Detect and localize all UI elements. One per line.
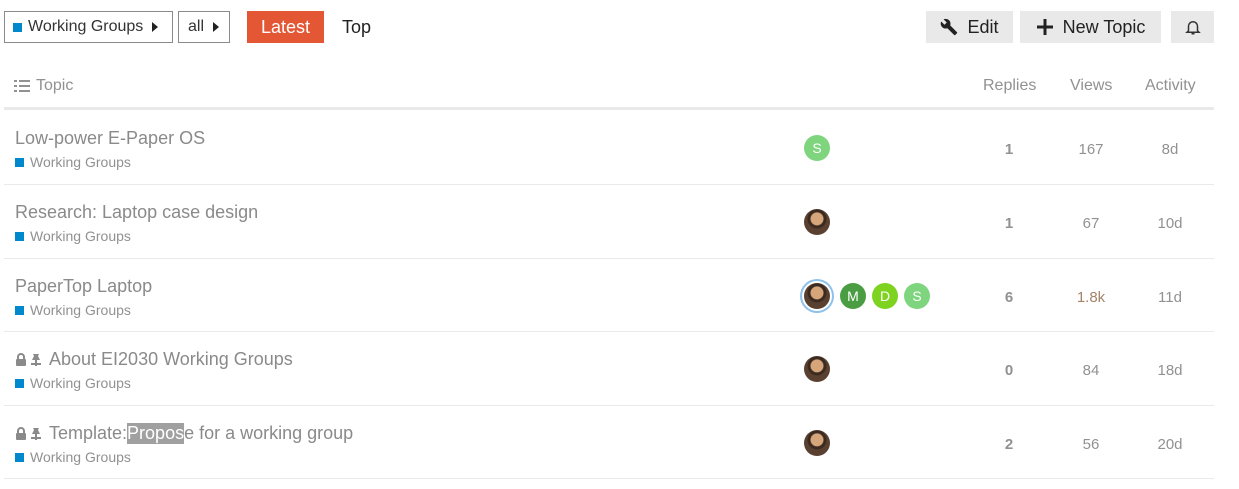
views-count: 167 (1078, 141, 1104, 158)
topic-row: Research: Laptop case design Working Gro… (4, 185, 1214, 259)
replies-count: 2 (1004, 436, 1014, 453)
new-topic-button[interactable]: New Topic (1020, 11, 1161, 43)
category-color-badge (15, 452, 24, 462)
topic-title-text: e for a working group (184, 423, 354, 443)
avatar[interactable] (804, 283, 830, 309)
topic-header-label: Topic (36, 77, 74, 94)
topic-category[interactable]: Working Groups (15, 228, 131, 244)
activity-age[interactable]: 20d (1140, 436, 1200, 453)
topic-posters: M D S (804, 283, 936, 309)
subcategory-dropdown[interactable]: all (178, 11, 230, 43)
pin-icon (31, 354, 41, 366)
replies-count: 0 (1004, 362, 1014, 379)
topic-posters (804, 209, 836, 235)
avatar[interactable]: D (872, 283, 898, 309)
topic-title-text: About EI2030 Working Groups (49, 349, 293, 369)
views-count: 1.8k (1076, 289, 1106, 306)
notifications-button[interactable] (1171, 11, 1214, 43)
avatar[interactable] (804, 430, 830, 456)
lock-icon (16, 427, 26, 440)
avatar[interactable]: M (840, 283, 866, 309)
selected-text-highlight: Propos (127, 423, 185, 444)
avatar[interactable]: S (904, 283, 930, 309)
topic-category-label: Working Groups (30, 375, 131, 391)
topic-row: Template: Propos e for a working group Wo… (4, 406, 1214, 479)
topic-status (15, 427, 45, 440)
subcategory-dropdown-label: all (188, 18, 205, 35)
views-column-header[interactable]: Views (1070, 77, 1112, 95)
navigation-bar: Working Groups all Latest Top Edit New T… (0, 0, 1239, 56)
topic-title-link[interactable]: Template: Propos e for a working group (15, 423, 353, 444)
edit-label: Edit (967, 16, 999, 37)
plus-icon (1036, 19, 1053, 35)
category-color-badge (15, 157, 24, 167)
topic-posters (804, 430, 836, 456)
topic-title-link[interactable]: PaperTop Laptop (15, 276, 152, 297)
activity-age[interactable]: 18d (1140, 362, 1200, 379)
lock-icon (16, 353, 26, 366)
edit-category-button[interactable]: Edit (926, 11, 1013, 43)
views-count: 84 (1082, 362, 1100, 379)
activity-age[interactable]: 10d (1140, 215, 1200, 232)
list-icon (14, 80, 30, 92)
wrench-icon (941, 18, 958, 36)
topic-title-link[interactable]: Research: Laptop case design (15, 202, 258, 223)
replies-count: 6 (1004, 289, 1014, 306)
topic-category[interactable]: Working Groups (15, 302, 131, 318)
avatar[interactable]: S (804, 135, 830, 161)
category-color-badge (15, 378, 24, 388)
topic-category[interactable]: Working Groups (15, 154, 131, 170)
topic-category[interactable]: Working Groups (15, 375, 131, 391)
category-color-badge (15, 305, 24, 315)
topic-category-label: Working Groups (30, 228, 131, 244)
topic-posters (804, 356, 836, 382)
replies-count: 1 (1004, 141, 1014, 158)
topic-status (15, 353, 45, 366)
avatar[interactable] (804, 209, 830, 235)
topic-title-text: Template: (49, 423, 128, 443)
category-dropdown-label: Working Groups (28, 18, 144, 35)
topic-row: PaperTop Laptop Working Groups M D S 6 1… (4, 259, 1214, 332)
topic-row: About EI2030 Working Groups Working Grou… (4, 332, 1214, 406)
topic-category[interactable]: Working Groups (15, 449, 131, 465)
replies-count: 1 (1004, 215, 1014, 232)
category-dropdown[interactable]: Working Groups (4, 11, 173, 43)
activity-column-header[interactable]: Activity (1145, 77, 1196, 95)
avatar[interactable] (804, 356, 830, 382)
topic-list-header: Topic Replies Views Activity (4, 66, 1214, 110)
topic-row: Low-power E-Paper OS Working Groups S 1 … (4, 111, 1214, 185)
tab-top[interactable]: Top (342, 17, 371, 38)
activity-age[interactable]: 8d (1140, 141, 1200, 158)
views-count: 67 (1082, 215, 1100, 232)
caret-right-icon (213, 22, 220, 32)
topic-category-label: Working Groups (30, 154, 131, 170)
topic-list: Low-power E-Paper OS Working Groups S 1 … (4, 111, 1214, 479)
topic-title-link[interactable]: Low-power E-Paper OS (15, 128, 205, 149)
topic-posters: S (804, 135, 836, 161)
new-topic-label: New Topic (1062, 16, 1146, 37)
category-color-badge (15, 231, 24, 241)
activity-age[interactable]: 11d (1140, 289, 1200, 306)
pin-icon (31, 428, 41, 440)
topic-category-label: Working Groups (30, 302, 131, 318)
category-color-badge (13, 22, 22, 32)
caret-right-icon (152, 22, 159, 32)
bell-icon (1184, 21, 1201, 35)
replies-column-header[interactable]: Replies (983, 77, 1036, 95)
views-count: 56 (1082, 436, 1100, 453)
tab-latest[interactable]: Latest (247, 11, 324, 43)
topic-title-link[interactable]: About EI2030 Working Groups (15, 349, 293, 370)
topic-column-header[interactable]: Topic (14, 77, 73, 95)
topic-category-label: Working Groups (30, 449, 131, 465)
